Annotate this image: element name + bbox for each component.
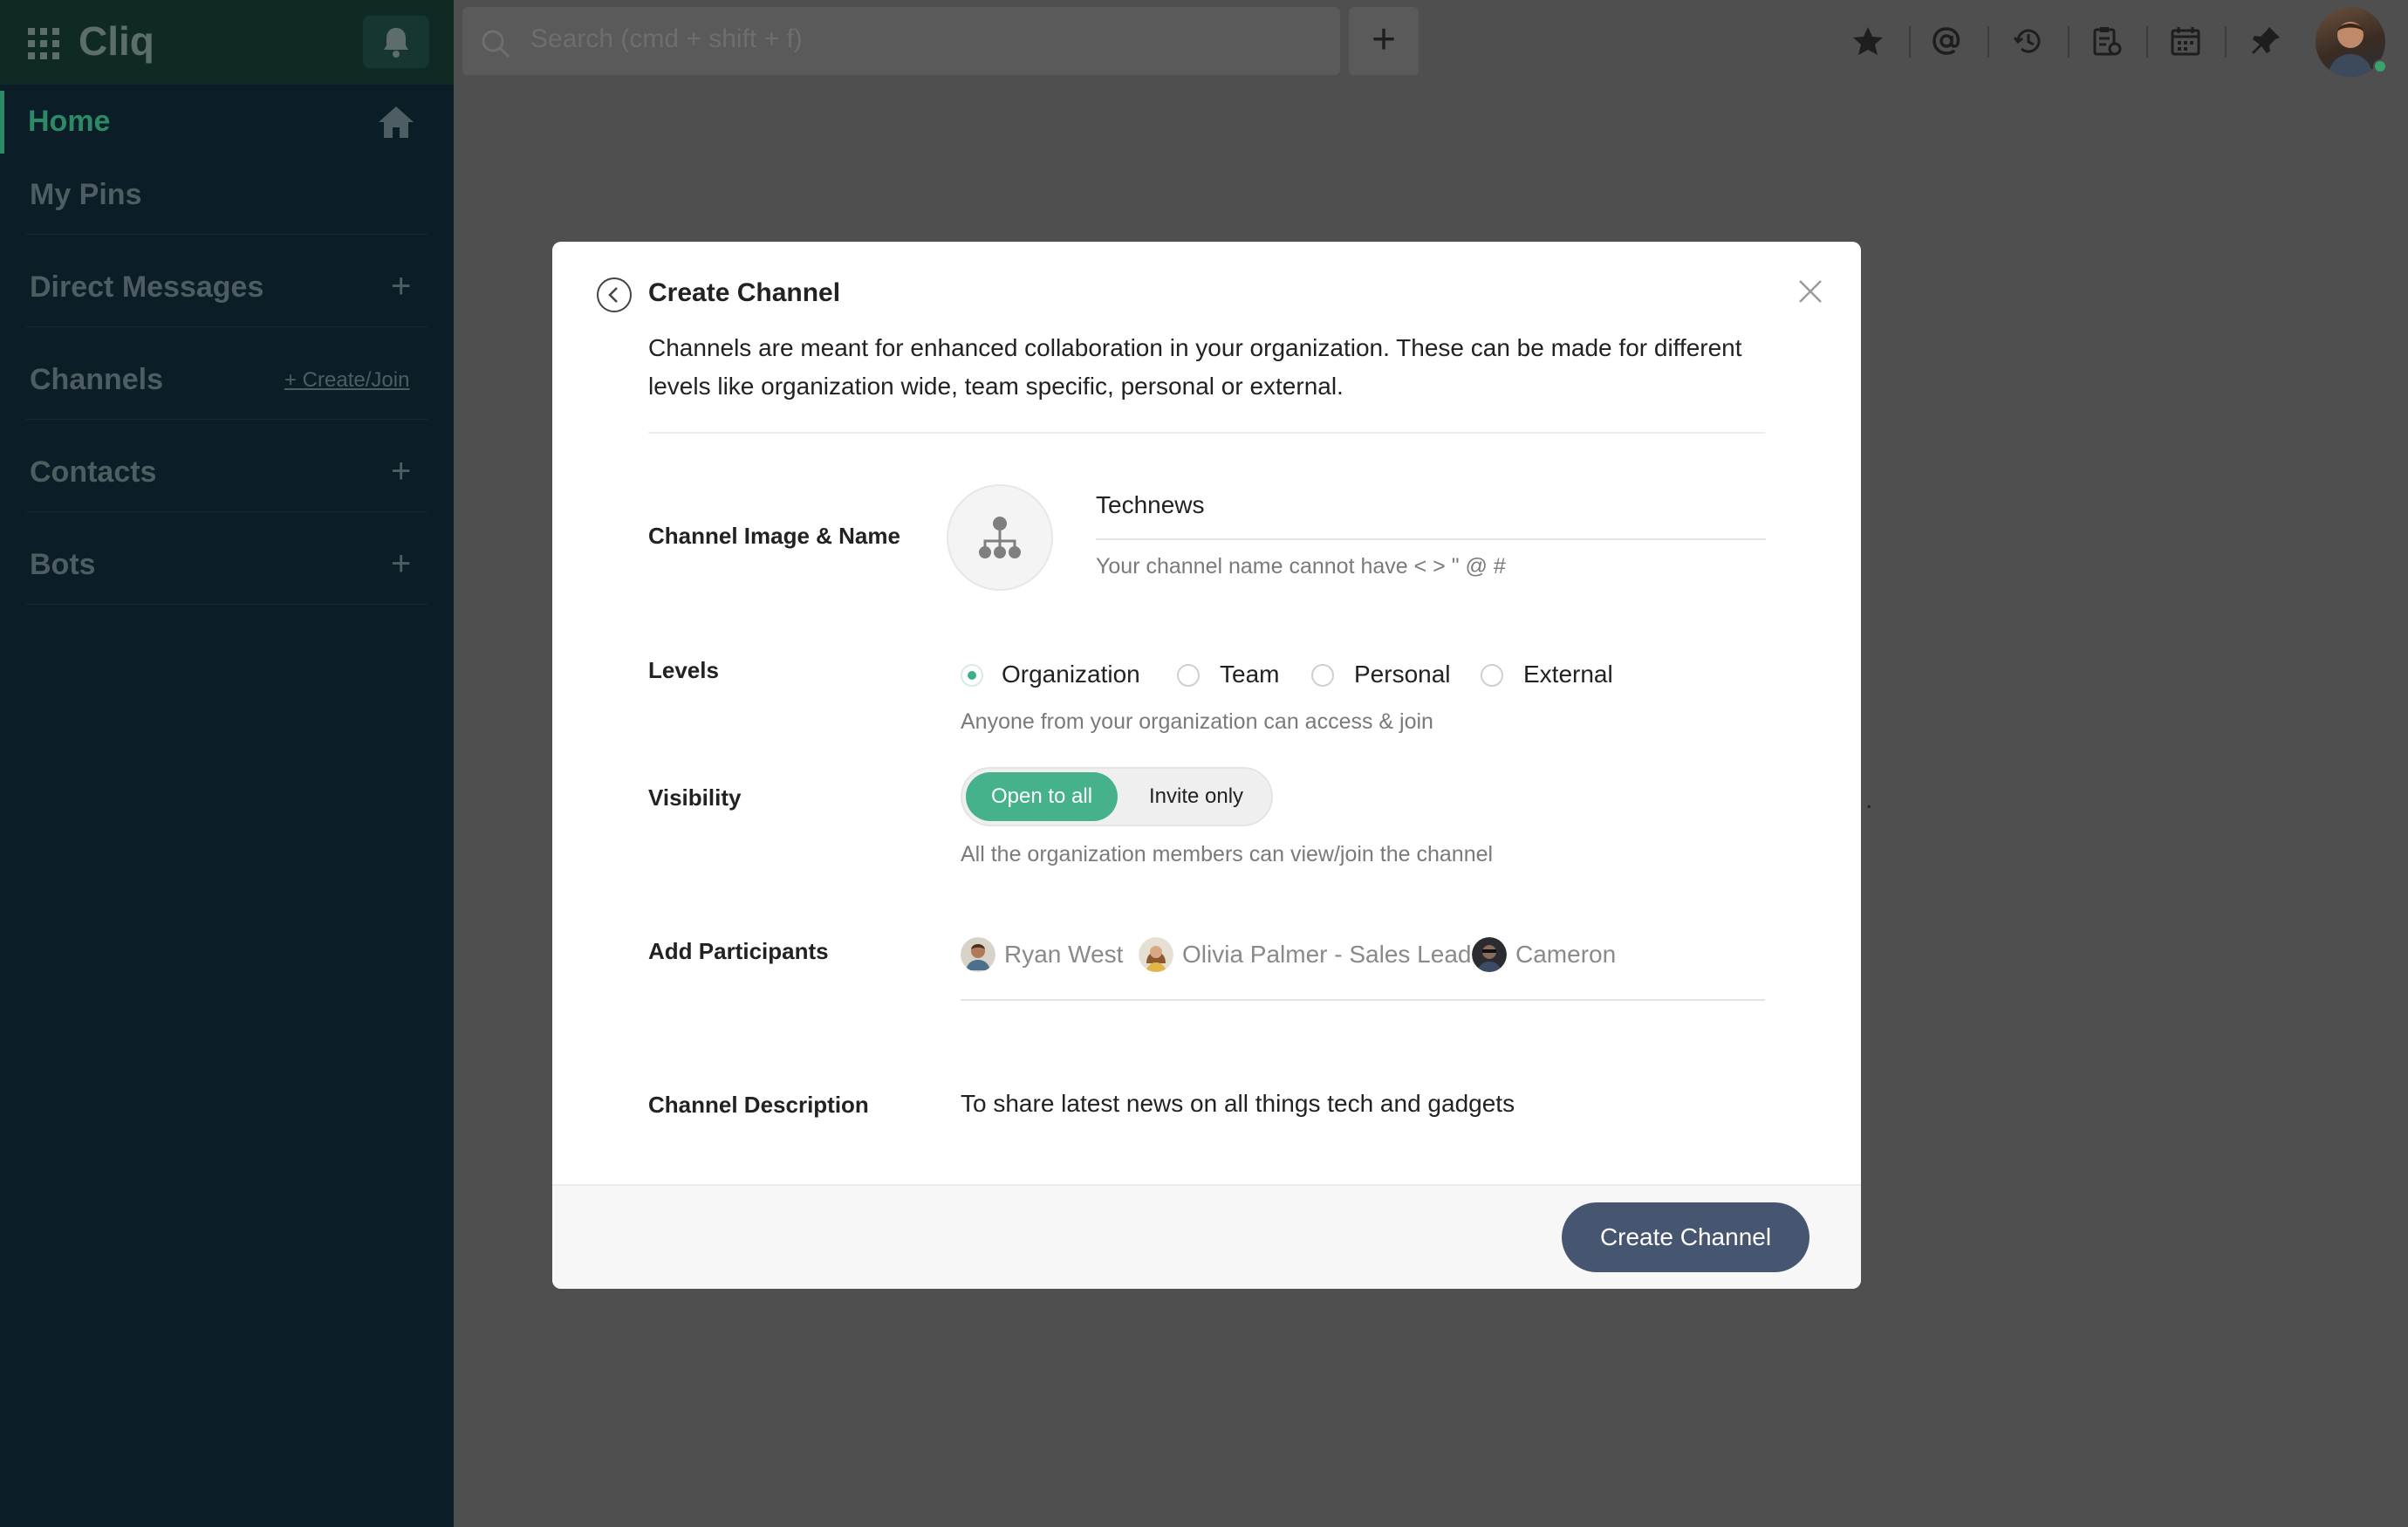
divider (1909, 26, 1911, 58)
visibility-toggle: Open to all Invite only (961, 767, 1273, 826)
divider (648, 432, 1765, 434)
background-text: . (1865, 785, 1873, 814)
active-indicator (0, 91, 4, 154)
visibility-open-to-all[interactable]: Open to all (966, 772, 1118, 821)
channel-image-name-label: Channel Image & Name (648, 523, 900, 549)
search-placeholder: Search (cmd + shift + f) (530, 24, 803, 53)
sidebar-item-my-pins[interactable]: My Pins (30, 178, 141, 212)
level-personal-label[interactable]: Personal (1354, 661, 1451, 688)
modal-title: Create Channel (648, 278, 841, 307)
pin-icon[interactable] (2246, 21, 2286, 61)
divider (2146, 26, 2148, 58)
close-icon[interactable] (1797, 278, 1823, 305)
participant-name: Ryan West (1004, 941, 1124, 968)
sidebar: Cliq Home My Pins Direct Messages + Chan… (0, 0, 454, 1527)
calendar-icon[interactable] (2165, 21, 2206, 61)
channel-image-picker[interactable] (947, 484, 1053, 591)
add-bot-button[interactable]: + (391, 544, 411, 584)
sidebar-item-label: Home (28, 105, 111, 138)
divider (2225, 26, 2227, 58)
sidebar-item-direct-messages[interactable]: Direct Messages (30, 270, 263, 305)
channel-description-label: Channel Description (648, 1092, 869, 1118)
apps-grid-icon[interactable] (28, 28, 59, 59)
search-input[interactable]: Search (cmd + shift + f) (462, 7, 1340, 75)
channel-name-underline (1096, 538, 1766, 540)
levels-label: Levels (648, 657, 719, 683)
search-icon (482, 30, 510, 58)
level-organization-radio[interactable] (961, 664, 983, 687)
create-channel-button[interactable]: Create Channel (1562, 1202, 1809, 1272)
sidebar-item-bots[interactable]: Bots (30, 548, 96, 582)
new-item-button[interactable]: + (1349, 7, 1419, 75)
level-external-label[interactable]: External (1523, 661, 1613, 688)
modal-description: Channels are meant for enhanced collabor… (648, 334, 1742, 400)
bell-icon (384, 28, 408, 58)
history-icon[interactable] (2008, 21, 2049, 61)
level-organization-label[interactable]: Organization (1002, 661, 1140, 688)
visibility-hint: All the organization members can view/jo… (961, 842, 1494, 866)
visibility-invite-only[interactable]: Invite only (1125, 772, 1268, 821)
channel-name-input[interactable]: Technews (1096, 491, 1205, 519)
notifications-button[interactable] (363, 16, 429, 68)
levels-hint: Anyone from your organization can access… (961, 709, 1433, 734)
participant-avatar (961, 937, 995, 972)
participants-underline (961, 999, 1765, 1001)
level-external-radio[interactable] (1481, 664, 1503, 687)
add-participants-label: Add Participants (648, 938, 829, 964)
participant-avatar (1139, 937, 1173, 972)
sidebar-item-contacts[interactable]: Contacts (30, 455, 156, 490)
level-team-label[interactable]: Team (1220, 661, 1279, 688)
app-logo: Cliq (79, 18, 154, 64)
add-direct-message-button[interactable]: + (391, 267, 411, 306)
channel-description-input[interactable]: To share latest news on all things tech … (961, 1090, 1515, 1118)
divider (26, 511, 428, 512)
divider (26, 234, 428, 235)
divider (26, 604, 428, 605)
org-hierarchy-icon (979, 517, 1021, 558)
level-team-radio[interactable] (1177, 664, 1200, 687)
home-icon (379, 106, 414, 138)
add-contact-button[interactable]: + (391, 452, 411, 491)
participant-name: Cameron (1515, 941, 1617, 968)
divider (2068, 26, 2069, 58)
create-join-channel-link[interactable]: + Create/Join (284, 368, 409, 393)
at-mention-icon[interactable] (1926, 21, 1967, 61)
sidebar-item-channels[interactable]: Channels (30, 363, 163, 397)
level-personal-radio[interactable] (1311, 664, 1334, 687)
sidebar-header: Cliq (0, 0, 454, 85)
star-icon[interactable] (1848, 21, 1888, 61)
visibility-label: Visibility (648, 784, 742, 811)
participant-chip[interactable]: Cameron (1472, 936, 1616, 973)
divider (26, 419, 428, 420)
channel-name-hint: Your channel name cannot have < > " @ # (1096, 554, 1506, 579)
online-status-indicator (2373, 59, 2387, 73)
create-channel-modal: Create Channel Channels are meant for en… (552, 242, 1861, 1289)
divider (1987, 26, 1989, 58)
participant-chip[interactable]: Ryan West (961, 936, 1123, 973)
participant-chip[interactable]: Olivia Palmer - Sales Lead (1139, 936, 1471, 973)
reminders-icon[interactable] (2087, 21, 2127, 61)
sidebar-item-home[interactable]: Home (0, 91, 454, 154)
participant-name: Olivia Palmer - Sales Lead (1182, 941, 1472, 968)
participant-avatar (1472, 937, 1507, 972)
back-icon[interactable] (596, 277, 633, 313)
divider (26, 326, 428, 327)
